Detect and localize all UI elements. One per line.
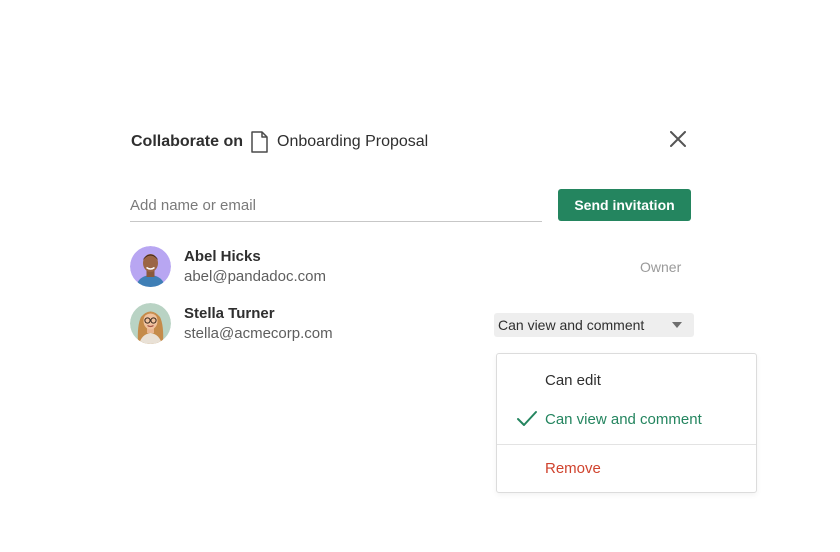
menu-item-label: Can view and comment: [545, 411, 702, 428]
collaborate-dialog: Collaborate on Onboarding Proposal Send …: [0, 0, 840, 552]
close-button[interactable]: [667, 130, 689, 152]
document-name: Onboarding Proposal: [277, 133, 429, 150]
menu-item-label: Remove: [545, 460, 601, 477]
permission-dropdown-value: Can view and comment: [498, 317, 645, 333]
chevron-down-icon: [672, 322, 682, 328]
avatar: [130, 246, 171, 287]
menu-item-remove[interactable]: Remove: [497, 451, 756, 487]
collaborator-email: stella@acmecorp.com: [184, 325, 333, 342]
check-icon: [516, 410, 538, 428]
collaborator-row: Abel Hicks abel@pandadoc.com: [130, 246, 690, 288]
permission-menu: Can edit Can view and comment Remove: [496, 353, 757, 493]
collaborator-email: abel@pandadoc.com: [184, 268, 326, 285]
collaborator-row: Stella Turner stella@acmecorp.com: [130, 303, 470, 345]
permission-dropdown[interactable]: Can view and comment: [494, 313, 694, 337]
menu-divider: [497, 444, 756, 445]
document-icon: [251, 131, 268, 153]
close-icon: [670, 130, 686, 152]
menu-item-label: Can edit: [545, 372, 601, 389]
collaborator-name: Stella Turner: [184, 305, 275, 322]
send-invitation-button[interactable]: Send invitation: [558, 189, 691, 221]
avatar: [130, 303, 171, 344]
menu-item-can-edit[interactable]: Can edit: [497, 363, 756, 399]
menu-item-can-view-and-comment[interactable]: Can view and comment: [497, 402, 756, 438]
dialog-title: Collaborate on Onboarding Proposal: [131, 128, 428, 156]
dialog-title-prefix: Collaborate on: [131, 133, 244, 150]
owner-role-label: Owner: [640, 259, 682, 275]
collaborator-name: Abel Hicks: [184, 248, 261, 265]
invite-email-input[interactable]: [130, 190, 542, 222]
